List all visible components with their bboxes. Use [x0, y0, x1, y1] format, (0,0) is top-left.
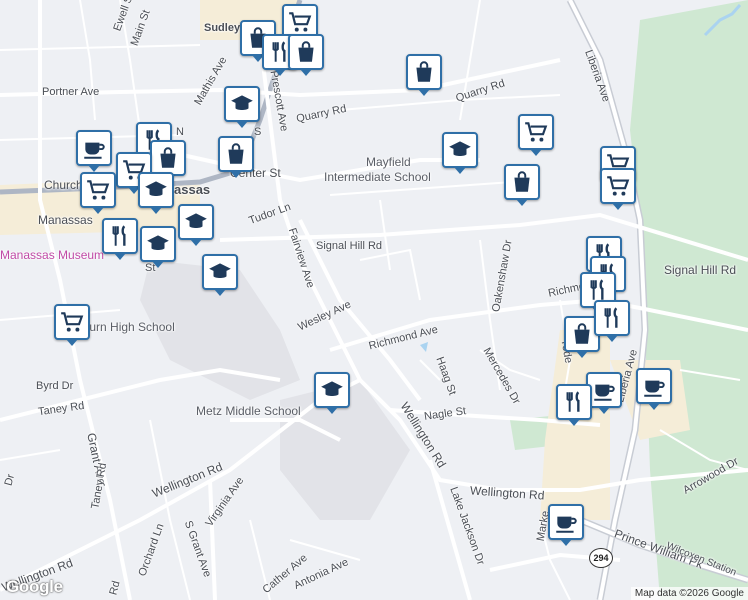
restaurant-marker[interactable]: [556, 384, 592, 426]
shopping-bag-marker[interactable]: [218, 136, 254, 178]
school-icon: [145, 181, 167, 196]
shopping-cart-icon: [61, 312, 84, 332]
restaurant-marker[interactable]: [102, 218, 138, 260]
shopping-cart-marker[interactable]: [600, 168, 636, 210]
shopping-bag-icon: [298, 41, 314, 62]
shopping-bag-marker[interactable]: [504, 164, 540, 206]
school-icon: [321, 381, 343, 396]
shopping-bag-icon: [574, 323, 590, 344]
shopping-bag-marker[interactable]: [288, 34, 324, 76]
park-area: [630, 0, 748, 600]
school-marker[interactable]: [178, 204, 214, 246]
coffee-marker[interactable]: [76, 130, 112, 172]
map-base-layer: [0, 0, 748, 600]
restaurant-icon: [112, 225, 126, 246]
school-icon: [185, 213, 207, 228]
coffee-icon: [644, 380, 665, 397]
coffee-icon: [594, 384, 615, 401]
school-icon: [231, 95, 253, 110]
coffee-marker[interactable]: [548, 504, 584, 546]
restaurant-marker[interactable]: [594, 300, 630, 342]
shopping-bag-icon: [160, 147, 176, 168]
shopping-bag-icon: [514, 171, 530, 192]
shopping-cart-icon: [525, 122, 548, 142]
route-shield: 294: [589, 548, 613, 568]
school-marker[interactable]: [138, 172, 174, 214]
school-icon: [449, 141, 471, 156]
restaurant-icon: [604, 307, 618, 328]
shopping-cart-icon: [607, 176, 630, 196]
shopping-cart-icon: [87, 180, 110, 200]
shopping-cart-icon: [289, 12, 312, 32]
map-canvas[interactable]: Ewell St Main St Sudley Mathis Ave Portn…: [0, 0, 748, 600]
school-marker[interactable]: [202, 254, 238, 296]
school-icon: [209, 263, 231, 278]
shopping-bag-icon: [416, 61, 432, 82]
restaurant-icon: [566, 391, 580, 412]
school-marker[interactable]: [442, 132, 478, 174]
map-attribution[interactable]: Map data ©2026 Google: [630, 587, 748, 600]
shopping-cart-marker[interactable]: [54, 304, 90, 346]
shopping-bag-icon: [228, 143, 244, 164]
school-marker[interactable]: [224, 86, 260, 128]
coffee-marker[interactable]: [636, 368, 672, 410]
google-logo: Google: [6, 577, 63, 596]
school-marker[interactable]: [140, 226, 176, 268]
school-icon: [147, 235, 169, 250]
coffee-icon: [556, 516, 577, 533]
coffee-icon: [84, 142, 105, 159]
shopping-cart-marker[interactable]: [80, 172, 116, 214]
pond: [420, 342, 428, 352]
shopping-cart-marker[interactable]: [518, 114, 554, 156]
shopping-bag-marker[interactable]: [150, 140, 186, 182]
shopping-bag-marker[interactable]: [406, 54, 442, 96]
school-marker[interactable]: [314, 372, 350, 414]
